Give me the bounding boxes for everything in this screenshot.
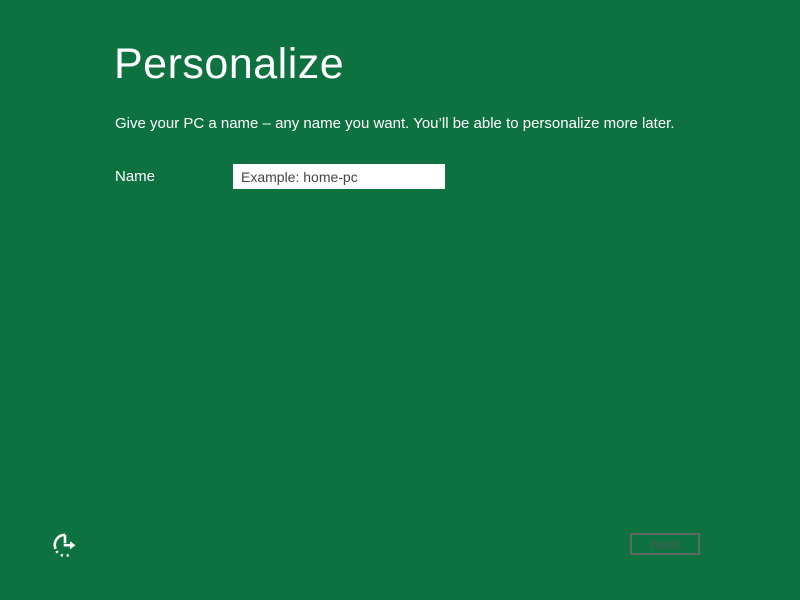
subtitle-text: Give your PC a name – any name you want.… [115, 115, 675, 132]
ease-of-access-icon [52, 532, 78, 558]
ease-of-access-button[interactable] [50, 530, 80, 560]
next-button[interactable]: Next [630, 533, 700, 555]
pc-name-input[interactable] [233, 164, 445, 189]
name-label: Name [115, 168, 156, 185]
setup-background: Personalize Give your PC a name – any na… [0, 0, 800, 600]
page-title: Personalize [114, 40, 345, 88]
